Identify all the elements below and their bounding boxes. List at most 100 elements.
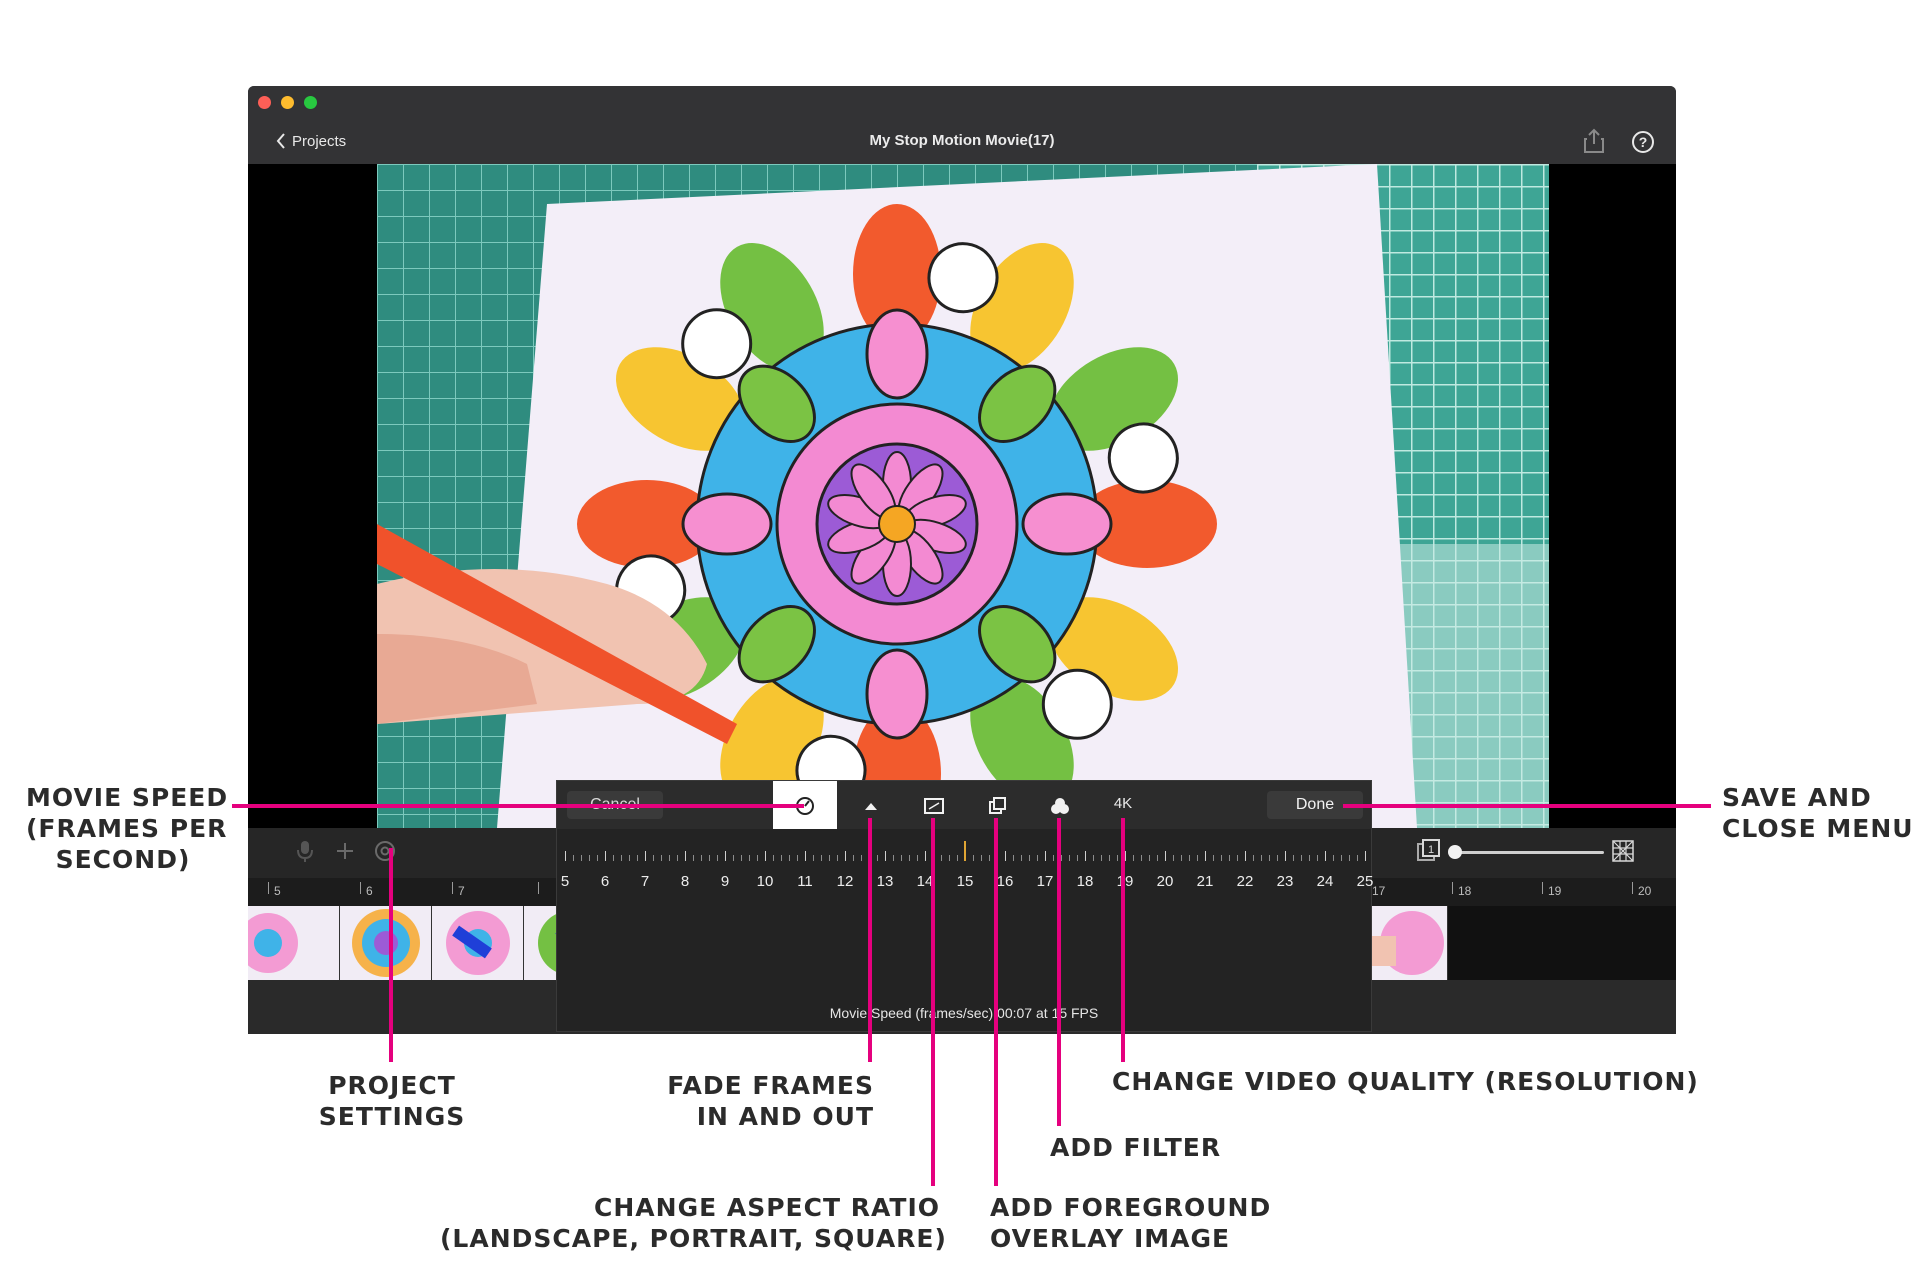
zoom-slider-knob[interactable] [1448,845,1462,859]
help-icon[interactable]: ? [1631,130,1655,154]
fps-scale-minor-tick [773,855,774,861]
fps-scale-minor-tick [1357,855,1358,861]
fps-scale-minor-tick [1077,855,1078,861]
foreground-overlay-tab[interactable] [984,794,1010,818]
overlay-icon [989,797,1006,814]
plus-icon[interactable] [332,838,358,864]
fps-scale-minor-tick [1229,855,1230,861]
frame-thumbnail[interactable] [340,906,432,980]
movie-speed-menu: Cancel 4K Done 5678910111213141516171819… [556,780,1373,1032]
frame-thumbnail[interactable] [432,906,524,980]
fps-scale-minor-tick [1133,855,1134,861]
callout-line-save-close [1343,804,1711,808]
fps-scale-minor-tick [1333,855,1334,861]
fps-scale-minor-tick [1173,855,1174,861]
fps-scale-minor-tick [1117,855,1118,861]
window-close-button[interactable] [258,96,271,109]
fps-scale-label: 17 [1036,873,1054,890]
fps-scale-minor-tick [797,855,798,861]
fps-scale-minor-tick [1349,855,1350,861]
fps-scale-minor-tick [701,855,702,861]
fps-scale-minor-tick [781,855,782,861]
annotation-video-quality: CHANGE VIDEO QUALITY (RESOLUTION) [1112,1067,1699,1096]
fps-scale-minor-tick [861,855,862,861]
microphone-icon[interactable] [292,838,318,864]
fps-scale-minor-tick [717,855,718,861]
fps-scale-major-tick [845,851,846,861]
fps-scale-minor-tick [757,855,758,861]
title-bar: Projects My Stop Motion Movie(17) ? [248,86,1676,164]
aspect-ratio-tab[interactable] [921,794,947,818]
fps-scale-minor-tick [581,855,582,861]
fps-current-indicator[interactable] [964,841,966,861]
fps-scale-minor-tick [789,855,790,861]
fps-scale-minor-tick [957,855,958,861]
callout-line-foreground-overlay [994,818,998,1186]
fps-scale-minor-tick [573,855,574,861]
fps-scale-major-tick [1125,851,1126,861]
fps-scale-minor-tick [629,855,630,861]
ruler-label: 7 [458,884,465,898]
fps-scale-major-tick [1325,851,1326,861]
fps-scale-major-tick [605,851,606,861]
gear-icon[interactable] [372,838,398,864]
filter-tab[interactable] [1047,794,1073,818]
filter-icon [1051,798,1069,814]
zoom-slider-track[interactable] [1454,851,1604,854]
fps-scale-minor-tick [693,855,694,861]
fps-scale-major-tick [1005,851,1006,861]
fps-scale-label: 15 [956,873,974,890]
fps-scale-minor-tick [1013,855,1014,861]
fps-scale-minor-tick [909,855,910,861]
fps-scale-minor-tick [1277,855,1278,861]
fps-scale-label: 24 [1316,873,1334,890]
video-quality-tab[interactable]: 4K [1108,795,1138,817]
fps-scale-minor-tick [1253,855,1254,861]
fps-scale-minor-tick [1301,855,1302,861]
triangle-up-icon [865,803,877,810]
fps-scale-major-tick [805,851,806,861]
fps-scale-minor-tick [1293,855,1294,861]
fps-scale-label: 19 [1116,873,1134,890]
fps-scale-minor-tick [1197,855,1198,861]
grid-icon[interactable] [1610,838,1636,864]
fps-scale-minor-tick [669,855,670,861]
annotation-aspect-ratio: CHANGE ASPECT RATIO (LANDSCAPE, PORTRAIT… [440,1193,947,1253]
onion-skin-icon[interactable]: 1 [1416,838,1442,864]
svg-text:1: 1 [1428,844,1434,856]
annotation-project-settings: PROJECT SETTINGS [318,1071,466,1131]
fps-scale-minor-tick [973,855,974,861]
fade-frames-tab[interactable] [858,794,884,818]
window-minimize-button[interactable] [281,96,294,109]
fps-scale-label: 6 [600,873,610,890]
fps-scale-minor-tick [749,855,750,861]
fps-scale-minor-tick [1341,855,1342,861]
fps-scale-major-tick [765,851,766,861]
fps-scale-minor-tick [589,855,590,861]
window-maximize-button[interactable] [304,96,317,109]
fps-scale-minor-tick [1149,855,1150,861]
fps-scale-minor-tick [1053,855,1054,861]
callout-line-project-settings [389,848,393,1062]
fps-scale-major-tick [1285,851,1286,861]
frame-thumbnail[interactable] [248,906,340,980]
svg-text:?: ? [1639,134,1648,150]
callout-line-add-filter [1057,818,1061,1126]
fps-scale-major-tick [1205,851,1206,861]
annotation-save-close: SAVE AND CLOSE MENU [1722,783,1914,843]
annotation-movie-speed: MOVIE SPEED (FRAMES PER SECOND) [26,783,229,874]
annotation-add-filter: ADD FILTER [1050,1133,1222,1162]
fps-scale[interactable]: 5 6 7 8 9 10 11 12 13 14 15 16 17 18 19 20 21 22 23 24 25 [557,829,1373,890]
fps-scale-minor-tick [1189,855,1190,861]
fps-scale-minor-tick [1181,855,1182,861]
fps-scale-major-tick [1245,851,1246,861]
ruler-label: 19 [1548,884,1562,898]
fps-scale-minor-tick [837,855,838,861]
fps-scale-minor-tick [709,855,710,861]
fps-scale-major-tick [685,851,686,861]
fps-scale-minor-tick [1029,855,1030,861]
fps-scale-label: 9 [720,873,730,890]
annotation-fade-frames: FADE FRAMES IN AND OUT [667,1071,874,1131]
share-icon[interactable] [1583,128,1605,154]
fps-scale-label: 22 [1236,873,1254,890]
